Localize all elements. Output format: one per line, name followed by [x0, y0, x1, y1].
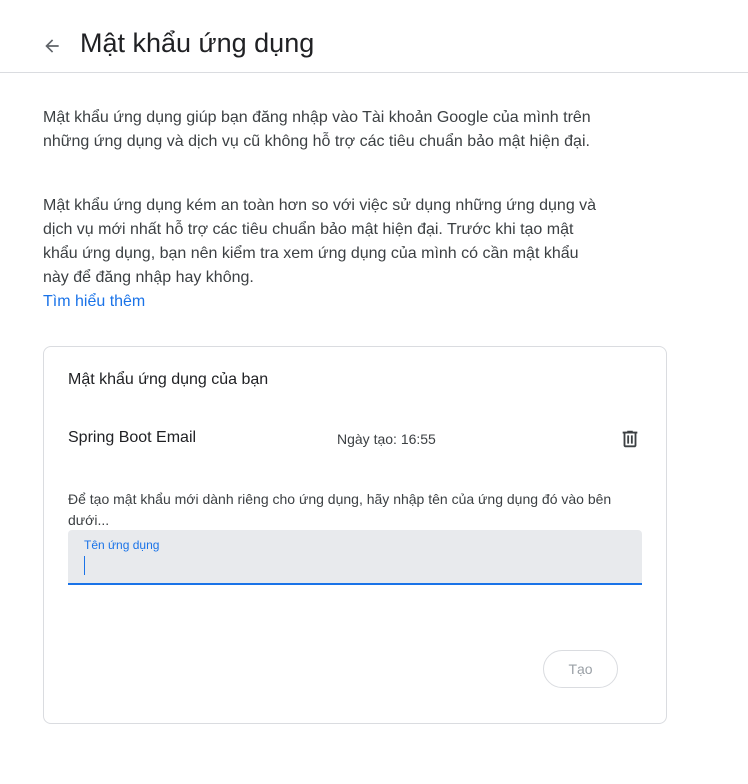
arrow-back-icon: [45, 39, 59, 53]
app-password-name: Spring Boot Email: [68, 429, 197, 446]
learn-more-link[interactable]: Tìm hiểu thêm: [43, 290, 145, 314]
page-header: Mật khẩu ứng dụng: [0, 0, 748, 73]
description-paragraph-2: Mật khẩu ứng dụng kém an toàn hơn so với…: [43, 197, 597, 286]
page-title: Mật khẩu ứng dụng: [80, 28, 315, 58]
app-password-created: Ngày tạo: 16:55: [337, 431, 436, 447]
delete-password-button[interactable]: [616, 425, 644, 453]
create-button[interactable]: Tạo: [543, 650, 618, 688]
text-caret: [84, 556, 85, 575]
card-title: Mật khẩu ứng dụng của bạn: [68, 371, 269, 388]
back-button[interactable]: [36, 30, 68, 62]
description-paragraph-1: Mật khẩu ứng dụng giúp bạn đăng nhập vào…: [43, 109, 591, 150]
app-passwords-card: Mật khẩu ứng dụng của bạn Spring Boot Em…: [43, 346, 667, 724]
create-hint-text: Để tạo mật khẩu mới dành riêng cho ứng d…: [68, 491, 612, 528]
app-name-field-label: Tên ứng dụng: [84, 538, 160, 552]
app-name-field[interactable]: Tên ứng dụng: [68, 530, 642, 585]
trash-icon: [622, 430, 638, 448]
app-name-input[interactable]: [82, 554, 622, 578]
